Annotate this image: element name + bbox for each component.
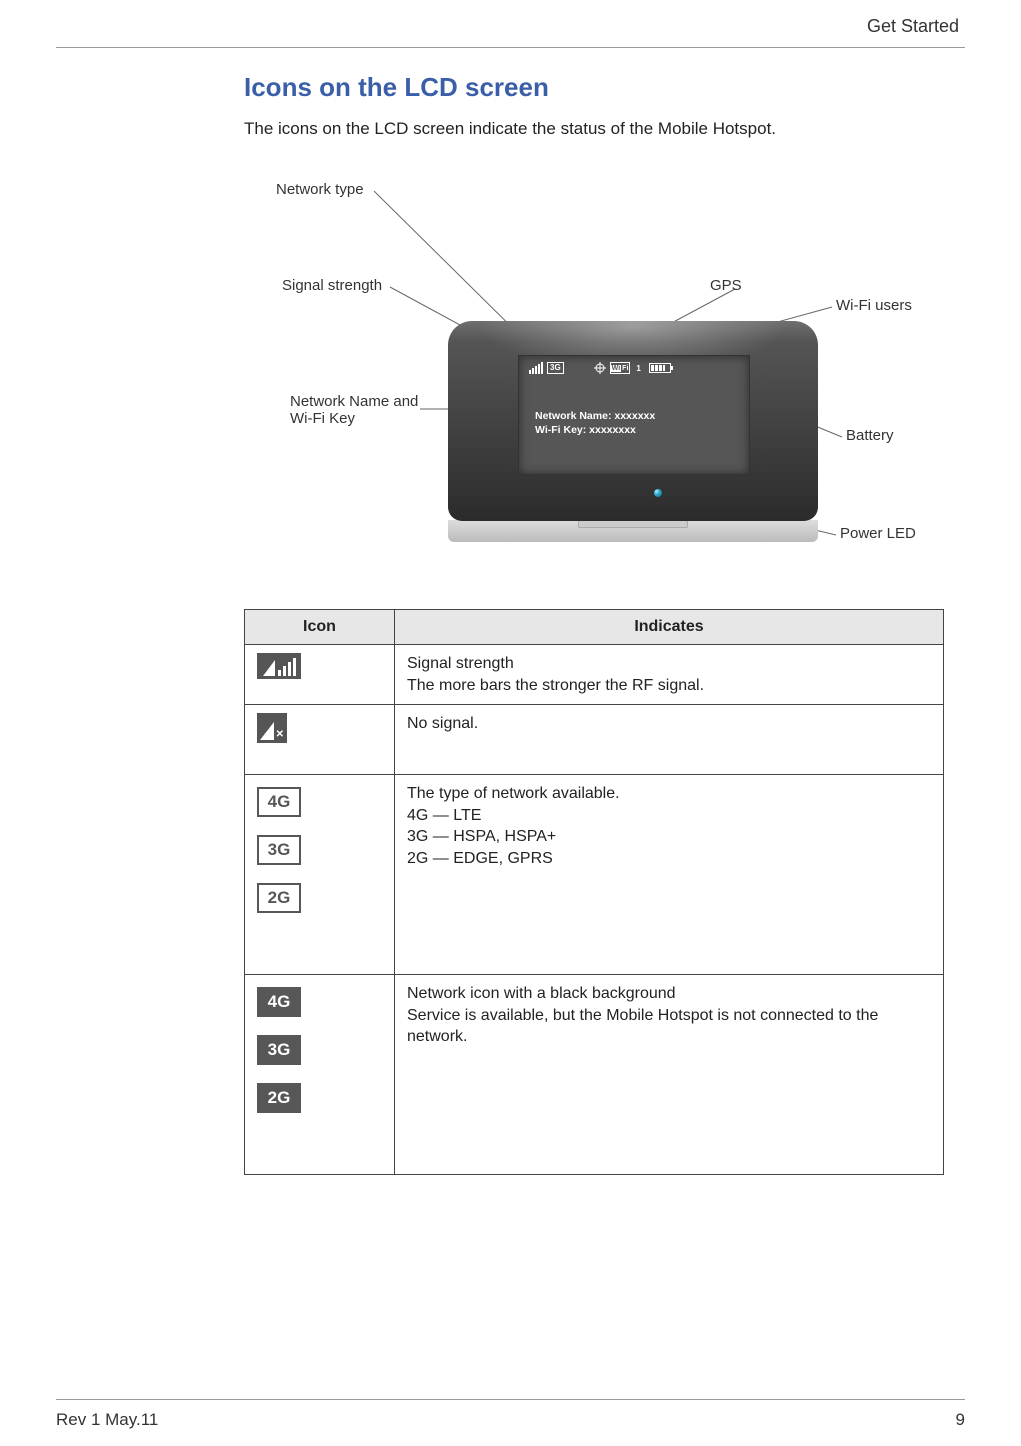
- label-wifi-users: Wi-Fi users: [836, 297, 912, 314]
- table-row: 4G 3G 2G Network icon with a black backg…: [245, 975, 944, 1175]
- wifi-user-count: 1: [636, 364, 640, 373]
- page-header-section: Get Started: [56, 12, 965, 43]
- network-3g-icon: 3G: [257, 835, 301, 865]
- table-header-indicates: Indicates: [395, 610, 944, 645]
- network-3g-dark-icon: 3G: [257, 1035, 301, 1065]
- table-cell: No signal.: [395, 705, 944, 775]
- icon-reference-table: Icon Indicates: [244, 609, 944, 1175]
- page-number: 9: [956, 1410, 965, 1430]
- signal-bars-icon: [529, 362, 543, 374]
- label-battery: Battery: [846, 427, 894, 444]
- signal-strength-icon: [257, 653, 301, 679]
- battery-icon: [649, 363, 671, 373]
- network-2g-dark-icon: 2G: [257, 1083, 301, 1113]
- lcd-network-info: Network Name: xxxxxxx Wi-Fi Key: xxxxxxx…: [519, 374, 749, 437]
- network-4g-icon: 4G: [257, 787, 301, 817]
- section-title: Icons on the LCD screen: [244, 72, 965, 103]
- power-led-icon: [654, 489, 662, 497]
- network-2g-icon: 2G: [257, 883, 301, 913]
- network-4g-dark-icon: 4G: [257, 987, 301, 1017]
- device-illustration: 3G Wi Fi 1 Network Nam: [448, 321, 818, 541]
- wifi-icon: Wi Fi: [610, 362, 631, 374]
- lcd-diagram: Network type Signal strength Network Nam…: [244, 163, 964, 563]
- label-gps: GPS: [710, 277, 742, 294]
- section-intro: The icons on the LCD screen indicate the…: [244, 119, 965, 139]
- device-lcd: 3G Wi Fi 1 Network Nam: [518, 355, 750, 475]
- no-signal-icon: ✕: [257, 713, 287, 743]
- table-cell: Network icon with a black background Ser…: [395, 975, 944, 1175]
- footer-rule: [56, 1399, 965, 1400]
- label-signal-strength: Signal strength: [282, 277, 382, 294]
- gps-icon: [594, 362, 606, 374]
- table-cell: Signal strength The more bars the strong…: [395, 645, 944, 705]
- table-row: ✕ No signal.: [245, 705, 944, 775]
- table-cell: The type of network available. 4G — LTE …: [395, 775, 944, 975]
- table-row: Signal strength The more bars the strong…: [245, 645, 944, 705]
- label-power-led: Power LED: [840, 525, 916, 542]
- label-network-type: Network type: [276, 181, 364, 198]
- footer-revision: Rev 1 May.11: [56, 1410, 158, 1430]
- table-row: 4G 3G 2G The type of network available. …: [245, 775, 944, 975]
- network-type-badge: 3G: [547, 362, 564, 374]
- label-network-name-key: Network Name and Wi-Fi Key: [290, 393, 418, 427]
- header-rule: [56, 47, 965, 48]
- table-header-icon: Icon: [245, 610, 395, 645]
